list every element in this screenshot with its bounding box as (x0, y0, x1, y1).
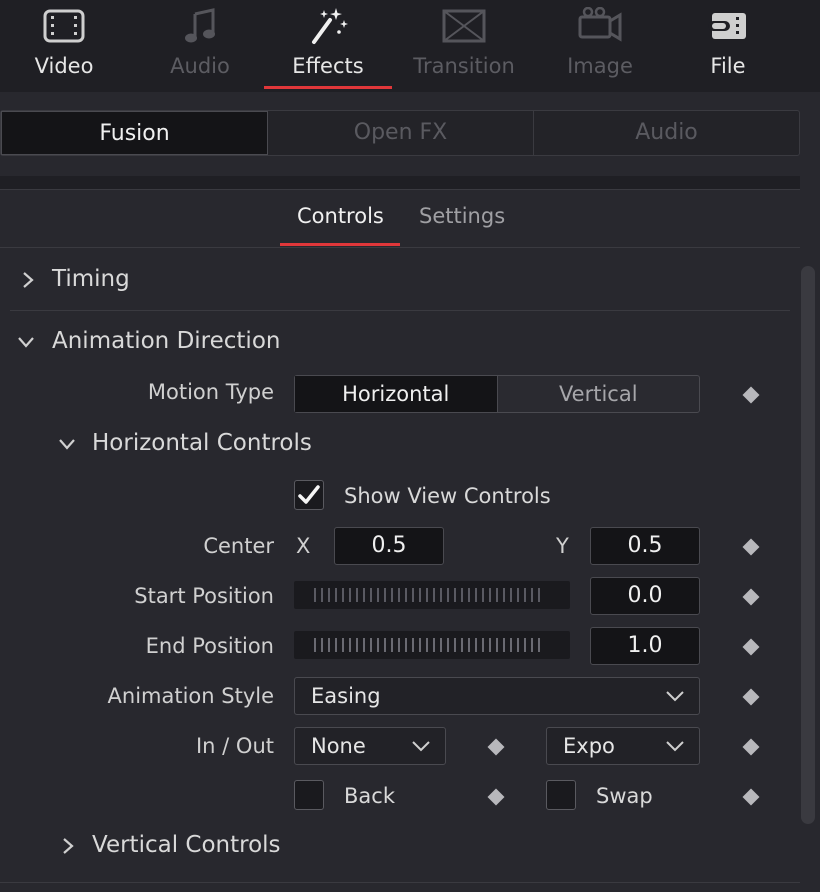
panel-separator (0, 176, 800, 190)
out-dropdown[interactable]: Expo (546, 727, 700, 765)
tab-transition[interactable]: Transition (400, 0, 528, 92)
sub-tab-divider (0, 247, 800, 248)
effects-category-bar: Fusion Open FX Audio (0, 110, 800, 156)
motion-type-toggle: Horizontal Vertical (294, 375, 700, 413)
checkmark-icon (298, 485, 320, 504)
tab-video[interactable]: Video (0, 0, 128, 92)
section-vertical-controls[interactable]: Vertical Controls (92, 832, 281, 858)
top-tab-bar: Video Audio Effects Transition Image Fil… (0, 0, 820, 92)
swap-checkbox[interactable] (546, 780, 576, 810)
tab-effects[interactable]: Effects (264, 0, 392, 92)
animation-style-value: Easing (311, 684, 381, 708)
start-position-input[interactable]: 0.0 (590, 577, 700, 615)
back-checkbox[interactable] (294, 780, 324, 810)
motion-type-horizontal[interactable]: Horizontal (295, 376, 498, 412)
center-x-input[interactable]: 0.5 (334, 527, 444, 565)
start-position-label: Start Position (134, 584, 274, 608)
film-icon (0, 6, 128, 46)
music-note-icon (136, 6, 264, 46)
tab-audio-label: Audio (170, 54, 230, 78)
start-position-slider[interactable] (294, 581, 570, 609)
segment-audio[interactable]: Audio (534, 111, 799, 155)
end-position-label: End Position (145, 634, 274, 658)
keyframe-diamond-icon[interactable] (487, 788, 505, 806)
center-x-label: X (296, 534, 311, 558)
animation-style-label: Animation Style (107, 684, 274, 708)
show-view-controls-checkbox[interactable] (294, 480, 324, 510)
keyframe-diamond-icon[interactable] (742, 688, 760, 706)
tab-image-label: Image (567, 54, 633, 78)
segment-fusion[interactable]: Fusion (1, 111, 268, 155)
center-y-label: Y (556, 534, 569, 558)
keyframe-diamond-icon[interactable] (742, 738, 760, 756)
tab-audio[interactable]: Audio (136, 0, 264, 92)
tab-file[interactable]: File (664, 0, 792, 92)
back-label: Back (344, 784, 395, 808)
chevron-down-icon[interactable] (16, 332, 36, 352)
end-position-input[interactable]: 1.0 (590, 627, 700, 665)
magic-wand-icon (264, 6, 392, 46)
in-value: None (311, 734, 366, 758)
keyframe-diamond-icon[interactable] (742, 588, 760, 606)
swap-label: Swap (596, 784, 653, 808)
tab-video-label: Video (34, 54, 94, 78)
camera-icon (536, 6, 664, 46)
section-divider (0, 882, 800, 883)
tab-image[interactable]: Image (536, 0, 664, 92)
animation-style-dropdown[interactable]: Easing (294, 677, 700, 715)
chevron-down-icon (666, 741, 684, 752)
section-horizontal-controls[interactable]: Horizontal Controls (92, 430, 312, 456)
tab-file-label: File (710, 54, 746, 78)
keyframe-diamond-icon[interactable] (487, 738, 505, 756)
section-timing[interactable]: Timing (52, 266, 130, 292)
tab-effects-label: Effects (292, 54, 364, 78)
section-divider (10, 310, 790, 311)
tab-controls[interactable]: Controls (297, 204, 384, 228)
chevron-down-icon[interactable] (57, 434, 77, 454)
keyframe-diamond-icon[interactable] (742, 788, 760, 806)
motion-type-vertical[interactable]: Vertical (498, 376, 700, 412)
show-view-controls-label: Show View Controls (344, 484, 551, 508)
out-value: Expo (563, 734, 615, 758)
center-y-input[interactable]: 0.5 (590, 527, 700, 565)
tab-transition-label: Transition (413, 54, 515, 78)
vertical-scrollbar[interactable] (801, 266, 815, 824)
tab-settings[interactable]: Settings (419, 204, 505, 228)
chevron-down-icon (412, 741, 430, 752)
in-out-label: In / Out (195, 734, 274, 758)
file-tag-icon (664, 6, 792, 46)
chevron-right-icon[interactable] (58, 836, 78, 856)
center-label: Center (203, 534, 274, 558)
tab-effects-underline (264, 86, 392, 89)
in-dropdown[interactable]: None (294, 727, 446, 765)
keyframe-diamond-icon[interactable] (742, 638, 760, 656)
transition-icon (400, 6, 528, 46)
tab-controls-underline (280, 243, 400, 246)
chevron-right-icon[interactable] (18, 270, 38, 290)
segment-open-fx[interactable]: Open FX (268, 111, 534, 155)
keyframe-diamond-icon[interactable] (742, 386, 760, 404)
motion-type-label: Motion Type (147, 380, 274, 404)
chevron-down-icon (666, 691, 684, 702)
end-position-slider[interactable] (294, 631, 570, 659)
keyframe-diamond-icon[interactable] (742, 538, 760, 556)
section-animation-direction[interactable]: Animation Direction (52, 328, 280, 354)
